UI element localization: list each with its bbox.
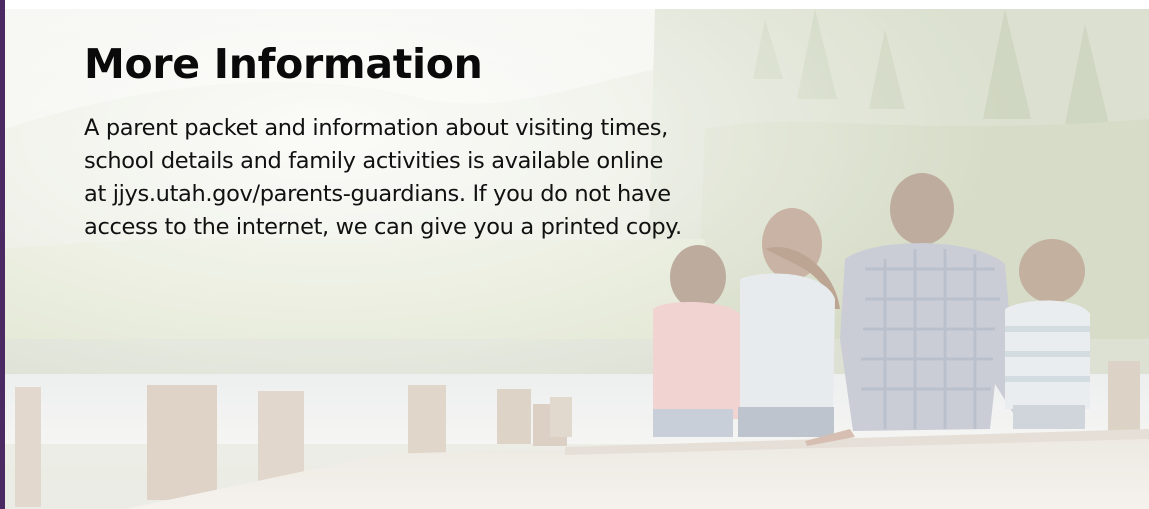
section-body: A parent packet and information about vi… (84, 112, 804, 244)
top-border (5, 0, 1149, 9)
body-line-1: A parent packet and information about vi… (84, 115, 668, 141)
section-heading: More Information (84, 40, 483, 88)
body-line-2: school details and family activities is … (84, 148, 663, 174)
body-line-3: at jjys.utah.gov/parents-guardians. If y… (84, 181, 671, 207)
more-information-panel: More Information A parent packet and inf… (0, 0, 1149, 509)
body-line-4: access to the internet, we can give you … (84, 214, 682, 240)
text-block: More Information A parent packet and inf… (84, 36, 804, 244)
